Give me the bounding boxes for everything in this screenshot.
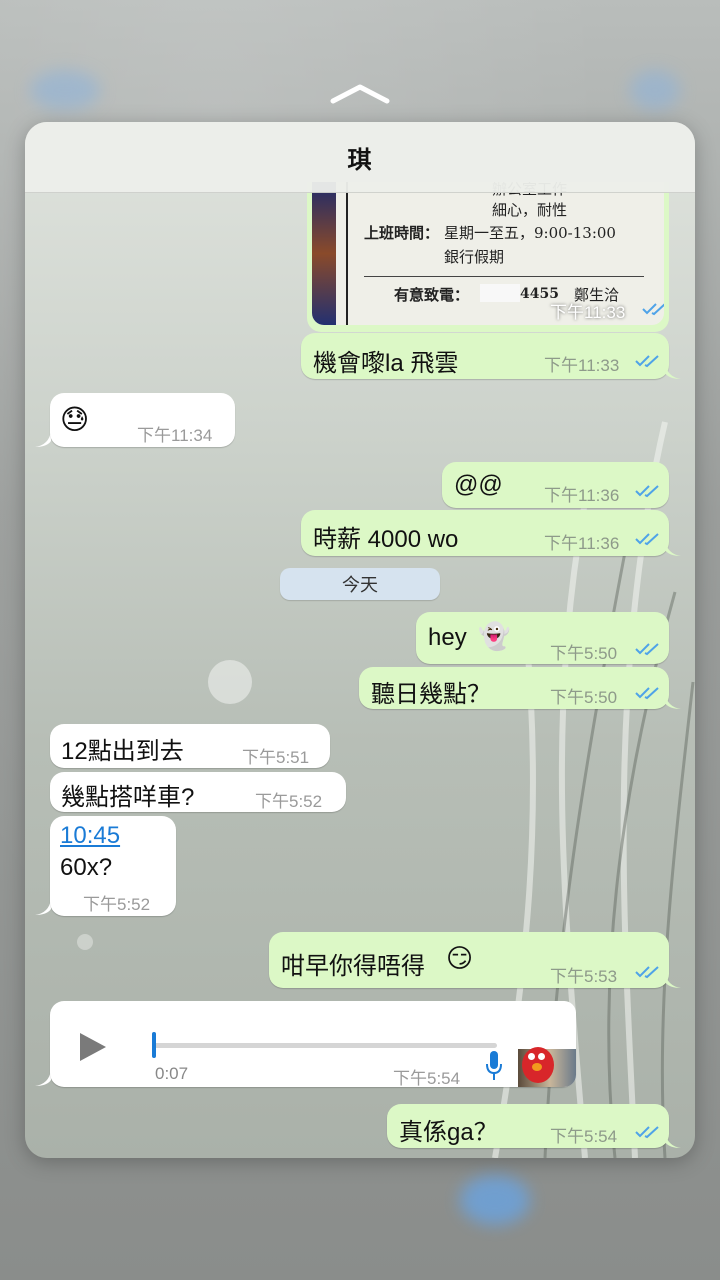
bubble-tail bbox=[665, 693, 681, 709]
redaction-box bbox=[480, 284, 520, 302]
background-blur-shape bbox=[630, 70, 680, 110]
chevron-up-icon[interactable] bbox=[330, 82, 390, 104]
photo-message[interactable]: 辦公室工作 細心，耐性 上班時間： 星期一至五，9:00-13:00 銀行假期 … bbox=[307, 182, 669, 332]
voice-message[interactable]: 0:07 下午5:54 bbox=[50, 1001, 576, 1088]
bubble-tail bbox=[35, 1070, 51, 1086]
message-time: 下午5:53 bbox=[550, 967, 618, 986]
background-blur-shape bbox=[460, 1175, 530, 1225]
photo-border-line bbox=[346, 182, 348, 325]
message-time: 下午11:34 bbox=[137, 426, 213, 445]
doc-text: 有意致電： bbox=[394, 286, 470, 304]
message-bubble-outgoing[interactable]: 聽日幾點？ 下午5:50 bbox=[359, 667, 669, 709]
time-link[interactable]: 10:45 bbox=[60, 822, 120, 850]
message-time: 下午5:52 bbox=[83, 895, 151, 914]
read-ticks-icon bbox=[635, 687, 659, 700]
doc-text: 上班時間： bbox=[364, 224, 440, 242]
message-text: 真係ga？ bbox=[399, 1119, 498, 1146]
chat-peek-card[interactable]: 琪 辦公室工作 細心，耐性 上班時間： 星期一至五，9:00-13:00 銀行假… bbox=[25, 122, 695, 1158]
message-text: 60x? bbox=[60, 854, 113, 881]
date-separator: 今天 bbox=[280, 568, 440, 600]
message-bubble-incoming[interactable]: 😓 下午11:34 bbox=[50, 393, 235, 447]
contact-name: 琪 bbox=[347, 146, 373, 174]
message-time: 下午5:52 bbox=[255, 792, 323, 811]
bubble-tail bbox=[665, 540, 681, 556]
message-text: @@ bbox=[454, 471, 503, 498]
message-text: 機會嚟la 飛雲 bbox=[313, 350, 459, 377]
message-text: 咁早你得唔得 bbox=[281, 953, 425, 980]
message-time: 下午5:51 bbox=[242, 748, 310, 767]
background-blur-shape bbox=[30, 70, 100, 110]
message-bubble-incoming[interactable]: 幾點搭咩車? 下午5:52 bbox=[50, 772, 346, 812]
message-time: 下午5:50 bbox=[550, 644, 618, 663]
photo-edge-graphic bbox=[312, 182, 336, 325]
read-ticks-icon bbox=[635, 355, 659, 368]
bubble-tail bbox=[665, 363, 681, 379]
play-icon[interactable] bbox=[80, 1033, 106, 1061]
smirk-emoji-icon: 😏 bbox=[446, 943, 474, 973]
avatar-nose bbox=[532, 1063, 542, 1071]
emoji-sweat-icon: 😓 bbox=[60, 404, 90, 435]
avatar-eye bbox=[528, 1053, 535, 1060]
read-ticks-icon bbox=[635, 643, 659, 656]
message-bubble-outgoing[interactable]: 機會嚟la 飛雲 下午11:33 bbox=[301, 333, 669, 379]
message-bubble-outgoing[interactable]: 真係ga？ 下午5:54 bbox=[387, 1104, 669, 1148]
message-time: 下午11:36 bbox=[544, 486, 620, 505]
doc-text: 銀行假期 bbox=[444, 248, 505, 266]
read-ticks-icon bbox=[642, 303, 664, 316]
message-bubble-incoming[interactable]: 12點出到去 下午5:51 bbox=[50, 724, 330, 768]
sender-avatar bbox=[518, 1001, 576, 1087]
doc-divider bbox=[364, 276, 644, 277]
bubble-tail bbox=[35, 431, 51, 447]
read-ticks-icon bbox=[635, 533, 659, 546]
message-time: 下午5:50 bbox=[550, 688, 618, 707]
message-time: 下午11:33 bbox=[544, 356, 620, 375]
avatar-eye bbox=[538, 1053, 545, 1060]
ghost-emoji-icon: 👻 bbox=[478, 621, 511, 651]
message-time: 下午11:33 bbox=[550, 303, 626, 322]
message-bubble-outgoing[interactable]: 咁早你得唔得 😏 下午5:53 bbox=[269, 932, 669, 988]
message-text: 聽日幾點？ bbox=[371, 681, 491, 708]
message-bubble-outgoing[interactable]: 時薪 4000 wo 下午11:36 bbox=[301, 510, 669, 556]
message-bubble-outgoing[interactable]: @@ 下午11:36 bbox=[442, 462, 669, 508]
chat-header: 琪 bbox=[25, 122, 695, 193]
message-text: hey bbox=[428, 624, 467, 651]
message-text: 幾點搭咩車? bbox=[61, 784, 195, 811]
bubble-tail bbox=[665, 972, 681, 988]
message-text: 時薪 4000 wo bbox=[313, 526, 459, 553]
message-bubble-incoming[interactable]: 10:45 60x? 下午5:52 bbox=[50, 816, 176, 916]
message-time: 下午5:54 bbox=[550, 1127, 618, 1146]
voice-duration: 0:07 bbox=[155, 1064, 189, 1083]
message-text: 12點出到去 bbox=[61, 738, 184, 765]
read-ticks-icon bbox=[635, 966, 659, 979]
doc-text: 星期一至五，9:00-13:00 bbox=[444, 224, 616, 242]
voice-progress-track[interactable] bbox=[152, 1043, 497, 1048]
read-ticks-icon bbox=[635, 485, 659, 498]
voice-scrubber-handle[interactable] bbox=[152, 1032, 156, 1058]
message-time: 下午11:36 bbox=[544, 534, 620, 553]
message-bubble-outgoing[interactable]: hey 👻 下午5:50 bbox=[416, 612, 669, 664]
date-separator-label: 今天 bbox=[342, 575, 378, 595]
doc-text: 細心，耐性 bbox=[492, 201, 568, 219]
bubble-tail bbox=[35, 899, 51, 915]
message-time: 下午5:54 bbox=[393, 1069, 461, 1088]
photo-image[interactable]: 辦公室工作 細心，耐性 上班時間： 星期一至五，9:00-13:00 銀行假期 … bbox=[312, 182, 664, 325]
read-ticks-icon bbox=[635, 1126, 659, 1139]
bubble-tail bbox=[665, 1132, 681, 1148]
microphone-icon bbox=[486, 1051, 502, 1080]
